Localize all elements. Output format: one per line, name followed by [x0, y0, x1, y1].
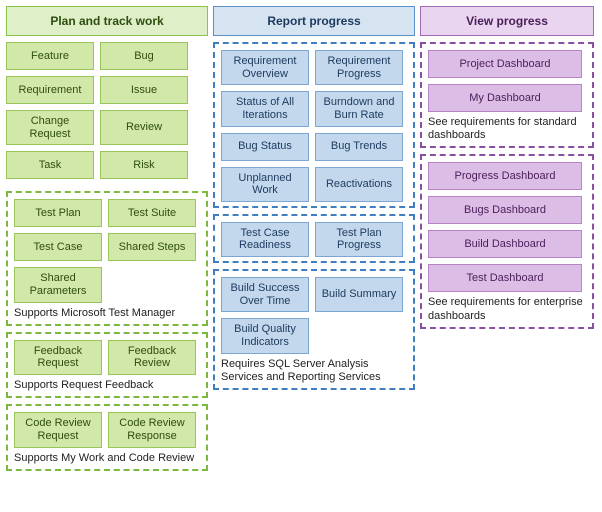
- group-report-test: Test Case Readiness Test Plan Progress: [213, 214, 415, 263]
- report-bug-status: Bug Status: [221, 133, 309, 161]
- dashboard-my: My Dashboard: [428, 84, 582, 112]
- workitem-shared-steps: Shared Steps: [108, 233, 196, 261]
- report-test-case-readiness: Test Case Readiness: [221, 222, 309, 257]
- workitem-feedback-review: Feedback Review: [108, 340, 196, 375]
- dashboard-progress: Progress Dashboard: [428, 162, 582, 190]
- column-view: View progress Project Dashboard My Dashb…: [420, 6, 594, 477]
- workitem-task: Task: [6, 151, 94, 179]
- workitem-code-review-response: Code Review Response: [108, 412, 196, 447]
- caption-test-plan: Supports Microsoft Test Manager: [14, 307, 200, 320]
- dashboard-test: Test Dashboard: [428, 264, 582, 292]
- workitem-code-review-request: Code Review Request: [14, 412, 102, 447]
- dashboard-project: Project Dashboard: [428, 50, 582, 78]
- report-status-iterations: Status of All Iterations: [221, 91, 309, 126]
- dashboard-bugs: Bugs Dashboard: [428, 196, 582, 224]
- report-bug-trends: Bug Trends: [315, 133, 403, 161]
- caption-code-review: Supports My Work and Code Review: [14, 452, 200, 465]
- workitem-test-plan: Test Plan: [14, 199, 102, 227]
- report-build-quality: Build Quality Indicators: [221, 318, 309, 353]
- report-reactivations: Reactivations: [315, 167, 403, 202]
- group-work-items: Feature Bug Requirement Issue Change Req…: [6, 42, 208, 185]
- group-view-standard: Project Dashboard My Dashboard See requi…: [420, 42, 594, 148]
- workitem-change-request: Change Request: [6, 110, 94, 145]
- caption-view-standard: See requirements for standard dashboards: [428, 116, 586, 142]
- report-requirement-overview: Requirement Overview: [221, 50, 309, 85]
- report-build-summary: Build Summary: [315, 277, 403, 312]
- workitem-issue: Issue: [100, 76, 188, 104]
- column-header-view: View progress: [420, 6, 594, 36]
- column-report: Report progress Requirement Overview Req…: [213, 6, 415, 477]
- workitem-feedback-request: Feedback Request: [14, 340, 102, 375]
- diagram-root: Plan and track work Feature Bug Requirem…: [6, 6, 596, 477]
- column-header-plan: Plan and track work: [6, 6, 208, 36]
- column-plan: Plan and track work Feature Bug Requirem…: [6, 6, 208, 477]
- report-unplanned-work: Unplanned Work: [221, 167, 309, 202]
- report-requirement-progress: Requirement Progress: [315, 50, 403, 85]
- workitem-review: Review: [100, 110, 188, 145]
- group-test-plan: Test Plan Test Suite Test Case Shared St…: [6, 191, 208, 325]
- group-view-enterprise: Progress Dashboard Bugs Dashboard Build …: [420, 154, 594, 328]
- group-feedback: Feedback Request Feedback Review Support…: [6, 332, 208, 398]
- workitem-shared-parameters: Shared Parameters: [14, 267, 102, 302]
- report-test-plan-progress: Test Plan Progress: [315, 222, 403, 257]
- caption-view-enterprise: See requirements for enterprise dashboar…: [428, 296, 586, 322]
- group-report-build: Build Success Over Time Build Summary Bu…: [213, 269, 415, 390]
- group-report-reqs: Requirement Overview Requirement Progres…: [213, 42, 415, 208]
- workitem-requirement: Requirement: [6, 76, 94, 104]
- caption-feedback: Supports Request Feedback: [14, 379, 200, 392]
- workitem-feature: Feature: [6, 42, 94, 70]
- dashboard-build: Build Dashboard: [428, 230, 582, 258]
- caption-report-build: Requires SQL Server Analysis Services an…: [221, 358, 407, 384]
- group-code-review: Code Review Request Code Review Response…: [6, 404, 208, 470]
- workitem-bug: Bug: [100, 42, 188, 70]
- workitem-test-suite: Test Suite: [108, 199, 196, 227]
- column-header-report: Report progress: [213, 6, 415, 36]
- workitem-risk: Risk: [100, 151, 188, 179]
- report-build-success: Build Success Over Time: [221, 277, 309, 312]
- report-burndown: Burndown and Burn Rate: [315, 91, 403, 126]
- workitem-test-case: Test Case: [14, 233, 102, 261]
